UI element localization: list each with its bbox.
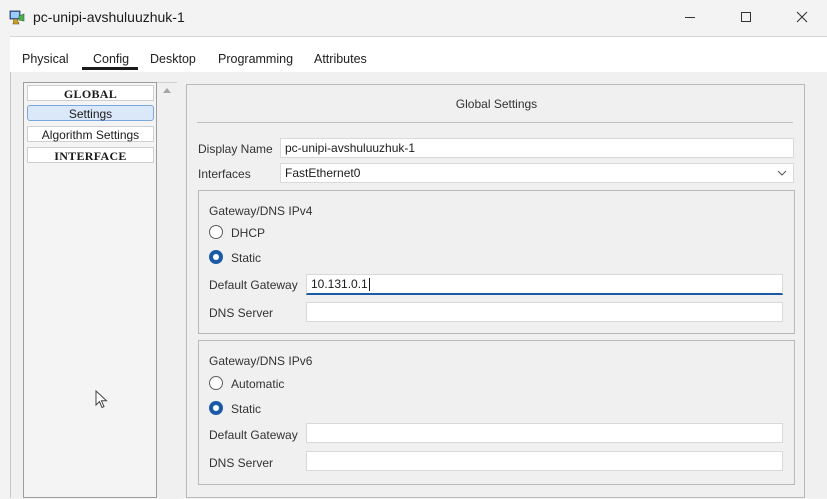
sidebar-header-global[interactable]: GLOBAL: [27, 85, 154, 101]
ipv4-static-radio[interactable]: [209, 250, 223, 264]
ipv4-dhcp-radio[interactable]: [209, 225, 223, 239]
scroll-up-arrow-icon[interactable]: [163, 88, 171, 93]
ipv6-automatic-radio[interactable]: [209, 376, 223, 390]
tab-config[interactable]: Config: [93, 52, 129, 66]
app-icon: [9, 10, 25, 25]
sidebar-header-interface[interactable]: INTERFACE: [27, 147, 154, 163]
ipv6-group-title: Gateway/DNS IPv6: [209, 354, 313, 368]
chevron-down-icon: [777, 170, 787, 176]
ipv6-default-gateway-input[interactable]: [306, 423, 783, 443]
panel-title: Global Settings: [455, 97, 538, 111]
global-settings-panel: Global Settings Display Name pc-unipi-av…: [186, 84, 805, 498]
tab-desktop[interactable]: Desktop: [150, 52, 196, 66]
display-name-label: Display Name: [198, 142, 273, 156]
mouse-pointer-icon: [95, 390, 108, 409]
ipv4-default-gateway-value: 10.131.0.1: [311, 277, 368, 291]
minimize-icon: [685, 17, 695, 18]
ipv4-group-title: Gateway/DNS IPv4: [209, 204, 313, 218]
ipv6-automatic-label: Automatic: [231, 377, 285, 391]
ipv4-group: Gateway/DNS IPv4 DHCP Static Default Gat…: [198, 190, 795, 334]
sidebar-item-algorithm-settings[interactable]: Algorithm Settings: [27, 126, 154, 142]
ipv4-dns-server-label: DNS Server: [209, 306, 274, 320]
ipv6-dns-server-label: DNS Server: [209, 456, 274, 470]
ipv6-static-radio[interactable]: [209, 401, 223, 415]
sidebar: GLOBAL Settings Algorithm Settings INTER…: [23, 82, 157, 498]
tab-physical[interactable]: Physical: [22, 52, 69, 66]
ipv6-default-gateway-label: Default Gateway: [209, 428, 298, 442]
close-button[interactable]: [779, 0, 825, 34]
window-title: pc-unipi-avshuluuzhuk-1: [33, 9, 185, 25]
display-name-input[interactable]: pc-unipi-avshuluuzhuk-1: [280, 138, 794, 158]
title-divider: [197, 122, 793, 123]
ipv6-dns-server-input[interactable]: [306, 451, 783, 471]
ipv4-default-gateway-label: Default Gateway: [209, 278, 298, 292]
sidebar-scrollbar[interactable]: [157, 82, 177, 499]
interfaces-select[interactable]: FastEthernet0: [280, 163, 794, 183]
active-tab-indicator: [82, 67, 138, 70]
close-icon: [796, 11, 808, 23]
tab-bar: Physical Config Desktop Programming Attr…: [10, 36, 827, 73]
title-bar: pc-unipi-avshuluuzhuk-1: [0, 0, 827, 34]
tab-programming[interactable]: Programming: [218, 52, 293, 66]
ipv4-dns-server-input[interactable]: [306, 302, 783, 322]
ipv4-dhcp-label: DHCP: [231, 226, 266, 240]
tab-attributes[interactable]: Attributes: [314, 52, 367, 66]
minimize-button[interactable]: [667, 0, 713, 34]
maximize-button[interactable]: [723, 0, 769, 34]
sidebar-item-settings[interactable]: Settings: [27, 105, 154, 121]
ipv4-default-gateway-input[interactable]: 10.131.0.1: [306, 274, 783, 295]
interfaces-label: Interfaces: [198, 167, 251, 181]
maximize-icon: [741, 12, 751, 22]
ipv4-static-label: Static: [231, 251, 262, 265]
interfaces-selected-value: FastEthernet0: [285, 166, 361, 180]
ipv6-static-label: Static: [231, 402, 262, 416]
text-caret: [368, 278, 370, 292]
ipv6-group: Gateway/DNS IPv6 Automatic Static Defaul…: [198, 340, 795, 485]
